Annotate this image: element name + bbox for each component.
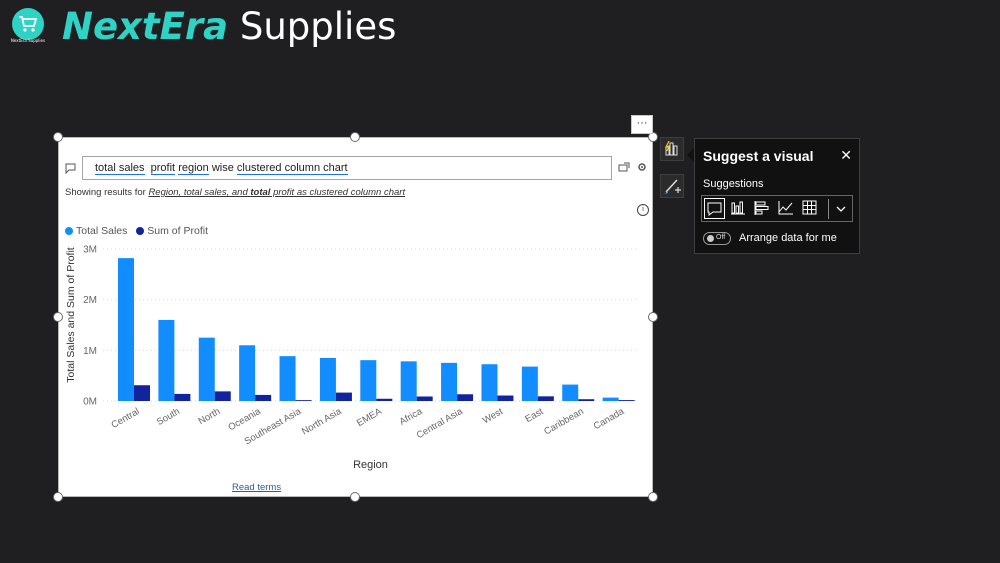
bar-profit xyxy=(214,391,231,401)
toolbar-divider xyxy=(828,199,829,219)
legend-item-total-sales: Total Sales xyxy=(65,225,127,237)
toggle-knob xyxy=(707,235,714,242)
bar-total-sales xyxy=(198,337,215,401)
bar-profit xyxy=(335,392,352,401)
suggestions-toolbar xyxy=(701,195,853,222)
bar-total-sales xyxy=(521,366,538,401)
bar-total-sales xyxy=(118,258,134,401)
logo-text: NextEra Supplies xyxy=(10,38,46,43)
y-tick-label: 3M xyxy=(83,245,97,256)
arrange-data-label: Arrange data for me xyxy=(739,232,837,244)
bar-profit xyxy=(174,393,191,401)
table-option-icon[interactable] xyxy=(800,198,821,219)
bar-total-sales xyxy=(441,362,458,401)
y-axis-title: Total Sales and Sum of Profit xyxy=(65,247,77,382)
x-tick-label: Central Asia xyxy=(415,406,465,441)
stacked-bar-option-icon[interactable] xyxy=(752,198,773,219)
line-chart-option-icon[interactable] xyxy=(776,198,797,219)
page-title: NextEra Supplies xyxy=(62,4,396,50)
x-tick-label: Canada xyxy=(592,406,627,433)
showing-result-link[interactable]: Region, total sales, and total profit as… xyxy=(148,187,405,198)
close-icon[interactable]: ✕ xyxy=(840,147,852,164)
qa-question-input[interactable]: total sales profit region wise clustered… xyxy=(82,156,612,180)
showing-results-text: Showing results for Region, total sales,… xyxy=(65,187,405,198)
bar-profit xyxy=(537,396,554,401)
bar-profit xyxy=(618,400,635,401)
qa-visual-option-icon[interactable] xyxy=(704,198,725,219)
bar-profit xyxy=(295,400,312,401)
qa-token-chart-type: clustered column chart xyxy=(236,162,348,175)
bar-total-sales xyxy=(562,384,579,401)
info-icon[interactable]: i xyxy=(637,204,649,216)
x-tick-label: Central xyxy=(109,406,141,431)
showing-prefix: Showing results for xyxy=(65,187,146,198)
format-visual-icon[interactable] xyxy=(660,174,684,198)
qa-token-profit: profit xyxy=(150,162,176,175)
bar-total-sales xyxy=(319,357,336,401)
resize-handle-bottom-right[interactable] xyxy=(648,492,658,502)
x-tick-label: North xyxy=(197,406,223,427)
x-tick-label: East xyxy=(523,406,545,425)
bar-profit xyxy=(497,395,514,401)
clustered-column-chart: 0M1M2M3MCentral South North OceaniaSoutheas… xyxy=(65,245,638,471)
legend-dot-icon xyxy=(65,227,73,235)
qa-text-wise: wise xyxy=(211,162,234,174)
bar-profit xyxy=(376,398,393,401)
resize-handle-right[interactable] xyxy=(648,312,658,322)
brand-title-rest: Supplies xyxy=(228,5,397,48)
x-tick-label: North Asia xyxy=(300,406,344,438)
arrange-data-toggle[interactable]: Off xyxy=(703,232,731,245)
bar-profit xyxy=(255,394,272,401)
bar-profit xyxy=(457,394,474,401)
x-tick-label: Caribbean xyxy=(542,406,585,437)
suggestions-label: Suggestions xyxy=(703,178,764,190)
bar-total-sales xyxy=(400,361,417,401)
x-tick-label: Africa xyxy=(398,406,425,428)
suggest-panel-arrow xyxy=(687,148,694,162)
suggest-panel-title: Suggest a visual xyxy=(703,148,814,164)
bar-total-sales xyxy=(239,345,256,401)
read-terms-link[interactable]: Read terms xyxy=(232,482,281,493)
x-axis-title: Region xyxy=(353,459,388,471)
x-tick-label: South xyxy=(155,406,182,428)
chat-icon xyxy=(65,163,76,177)
cart-icon xyxy=(19,16,38,32)
suggest-visual-panel: Suggest a visual ✕ Suggestions Off Arran… xyxy=(694,138,860,254)
bar-total-sales xyxy=(481,364,498,401)
resize-handle-bottom-left[interactable] xyxy=(53,492,63,502)
chart-legend: Total Sales Sum of Profit xyxy=(65,225,214,237)
bar-profit xyxy=(578,399,595,401)
build-visual-icon[interactable] xyxy=(660,137,684,161)
bar-total-sales xyxy=(279,356,296,401)
brand-logo xyxy=(12,8,44,40)
qa-token-region: region xyxy=(178,162,209,175)
brand-title-accent: NextEra xyxy=(62,5,229,48)
y-tick-label: 2M xyxy=(83,295,97,306)
y-tick-label: 0M xyxy=(83,397,97,408)
legend-item-profit: Sum of Profit xyxy=(136,225,208,237)
bar-profit xyxy=(134,385,150,401)
resize-handle-bottom[interactable] xyxy=(350,492,360,502)
bar-total-sales xyxy=(158,319,175,401)
x-tick-label: EMEA xyxy=(355,406,384,429)
settings-gear-icon[interactable] xyxy=(637,162,647,175)
legend-dot-icon xyxy=(136,227,145,235)
y-tick-label: 1M xyxy=(83,346,97,357)
bar-total-sales xyxy=(602,397,619,401)
resize-handle-top-left[interactable] xyxy=(53,132,63,142)
clustered-column-option-icon[interactable] xyxy=(728,198,749,219)
chevron-down-icon[interactable] xyxy=(830,198,852,219)
bar-profit xyxy=(416,396,433,401)
bar-total-sales xyxy=(360,360,377,401)
more-options-button[interactable]: ··· xyxy=(631,115,653,134)
qa-token-total-sales: total sales xyxy=(95,162,145,175)
resize-handle-top[interactable] xyxy=(350,132,360,142)
toggle-state-label: Off xyxy=(716,234,726,241)
x-tick-label: West xyxy=(481,406,505,426)
turn-into-visual-icon[interactable] xyxy=(618,162,630,176)
